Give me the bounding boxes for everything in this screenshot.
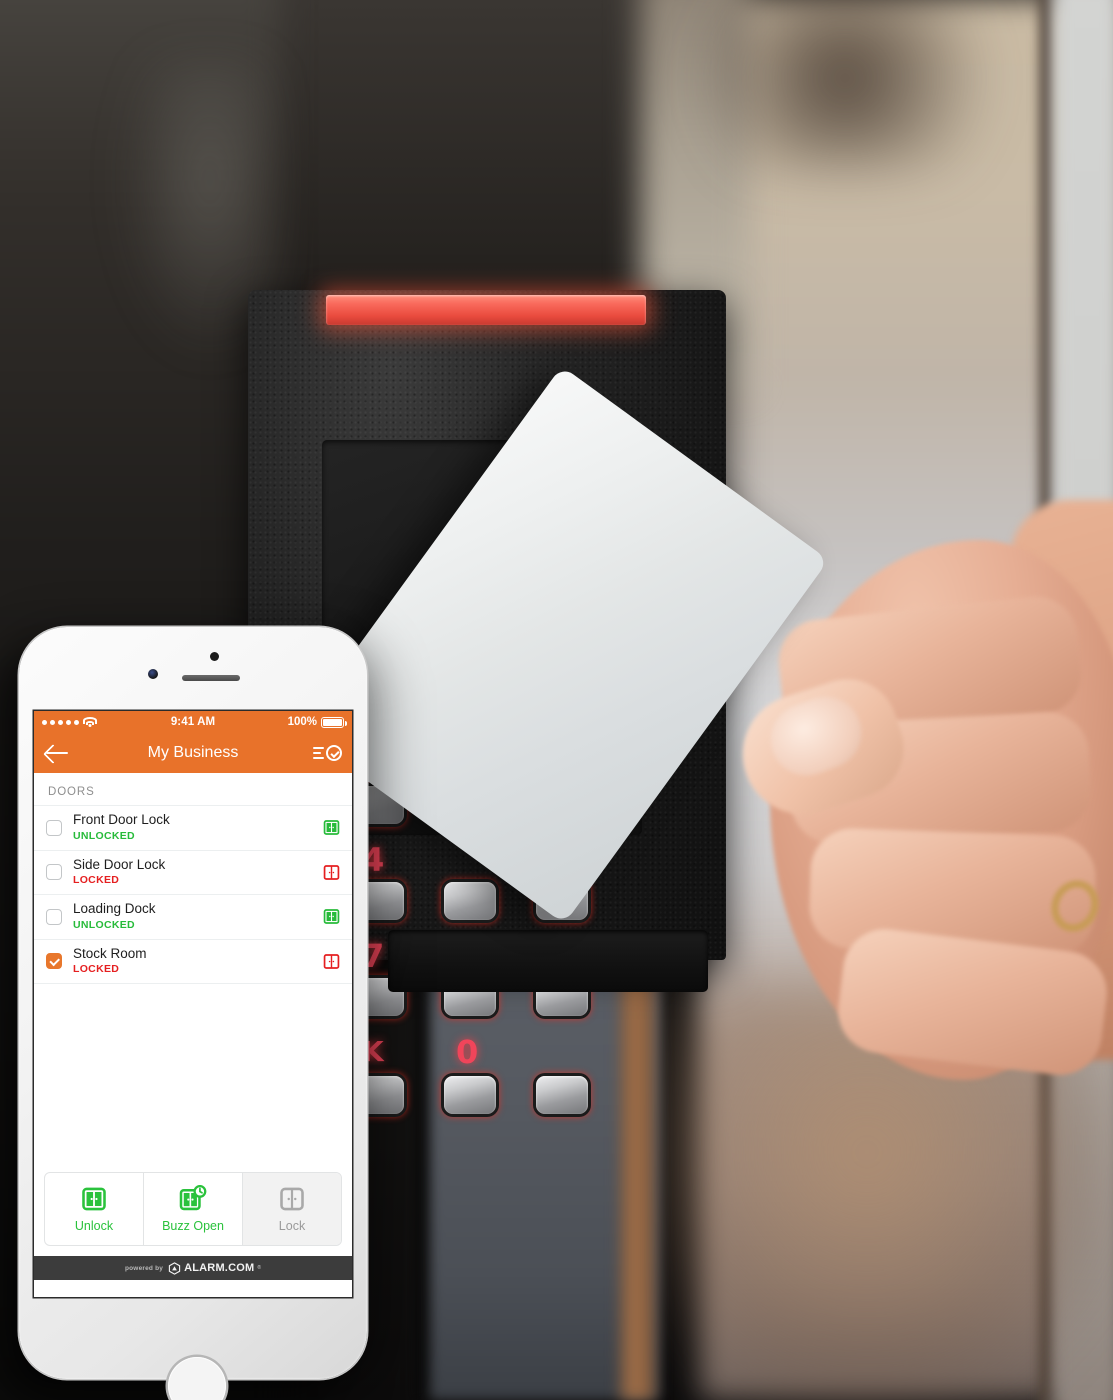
row-text: Stock Room LOCKED xyxy=(73,946,317,978)
door-name: Loading Dock xyxy=(73,901,156,917)
row-text: Front Door Lock UNLOCKED xyxy=(73,812,317,844)
alarm-com-logo: ALARM.COM ® xyxy=(168,1261,262,1275)
door-unlocked-icon xyxy=(323,820,340,836)
iphone-device: 9:41 AM 100% My Business DOORS Front Doo… xyxy=(19,627,367,1400)
keypad-key-hash xyxy=(536,1076,588,1114)
door-name: Front Door Lock xyxy=(73,812,170,827)
table-row[interactable]: Side Door Lock LOCKED xyxy=(34,849,352,895)
filter-check-icon[interactable] xyxy=(313,745,342,761)
lock-button[interactable]: Lock xyxy=(242,1173,341,1246)
background-top-shadow xyxy=(700,0,990,170)
check-circle-icon xyxy=(326,745,342,761)
earpiece-speaker xyxy=(182,675,240,681)
status-bar-time: 9:41 AM xyxy=(170,716,216,728)
section-header-doors: DOORS xyxy=(34,773,352,805)
proximity-sensor-icon xyxy=(210,652,219,661)
door-checkbox-stock-room[interactable] xyxy=(46,953,62,970)
screenshot-scene: 1 2 4 7 K 0 xyxy=(0,0,1113,1400)
page-title: My Business xyxy=(147,744,239,761)
action-button-group: Unlock Buzz Open Lock xyxy=(44,1172,342,1247)
doors-list: Front Door Lock UNLOCKED Side Door Lock … xyxy=(34,805,352,985)
keypad-key-5 xyxy=(444,882,496,920)
door-checkbox-front-door-lock[interactable] xyxy=(46,819,62,836)
door-unlock-icon xyxy=(82,1187,106,1211)
reader-card-slot xyxy=(388,930,708,992)
reader-status-led xyxy=(326,295,646,325)
door-state: LOCKED xyxy=(73,963,120,976)
row-text: Side Door Lock LOCKED xyxy=(73,857,317,889)
door-state: UNLOCKED xyxy=(73,918,135,931)
door-name: Stock Room xyxy=(73,945,147,961)
keypad-label-0: 0 xyxy=(456,1033,479,1071)
home-button[interactable] xyxy=(168,1357,226,1400)
door-name: Side Door Lock xyxy=(73,856,166,872)
keypad-key-0 xyxy=(444,1076,496,1114)
alarm-com-wordmark: ALARM.COM xyxy=(184,1262,255,1275)
table-row[interactable]: Front Door Lock UNLOCKED xyxy=(34,805,352,850)
door-unlocked-icon xyxy=(323,909,340,925)
front-camera-icon xyxy=(148,669,158,679)
alarm-com-hexagon-icon xyxy=(168,1261,181,1275)
unlock-button[interactable]: Unlock xyxy=(45,1173,143,1245)
trademark-symbol: ® xyxy=(257,1265,262,1272)
table-row[interactable]: Stock Room LOCKED xyxy=(34,938,352,984)
door-checkbox-loading-dock[interactable] xyxy=(46,908,62,925)
door-checkbox-side-door-lock[interactable] xyxy=(46,864,62,881)
buzz-open-label: Buzz Open xyxy=(162,1219,224,1234)
lock-label: Lock xyxy=(278,1219,306,1234)
door-lock-icon xyxy=(280,1187,304,1211)
status-bar: 9:41 AM 100% xyxy=(34,711,352,733)
table-row[interactable]: Loading Dock UNLOCKED xyxy=(34,894,352,939)
footer-brand-bar: powered by ALARM.COM ® xyxy=(34,1256,352,1281)
nav-bar: My Business xyxy=(34,733,352,773)
door-buzz-clock-icon xyxy=(179,1185,207,1211)
door-state: UNLOCKED xyxy=(73,829,135,842)
filter-lines-icon xyxy=(313,747,324,759)
list-empty-area xyxy=(34,984,352,1165)
door-state: LOCKED xyxy=(73,874,120,887)
door-locked-icon xyxy=(323,953,340,969)
row-text: Loading Dock UNLOCKED xyxy=(73,901,317,933)
powered-by-label: powered by xyxy=(124,1264,164,1272)
battery-full-icon xyxy=(321,716,347,728)
buzz-open-button[interactable]: Buzz Open xyxy=(143,1173,242,1246)
phone-screen: 9:41 AM 100% My Business DOORS Front Doo… xyxy=(34,711,352,1297)
door-locked-icon xyxy=(323,864,340,880)
action-bar: Unlock Buzz Open Lock xyxy=(34,1164,352,1257)
unlock-label: Unlock xyxy=(74,1219,114,1234)
back-arrow-icon[interactable] xyxy=(44,741,72,765)
